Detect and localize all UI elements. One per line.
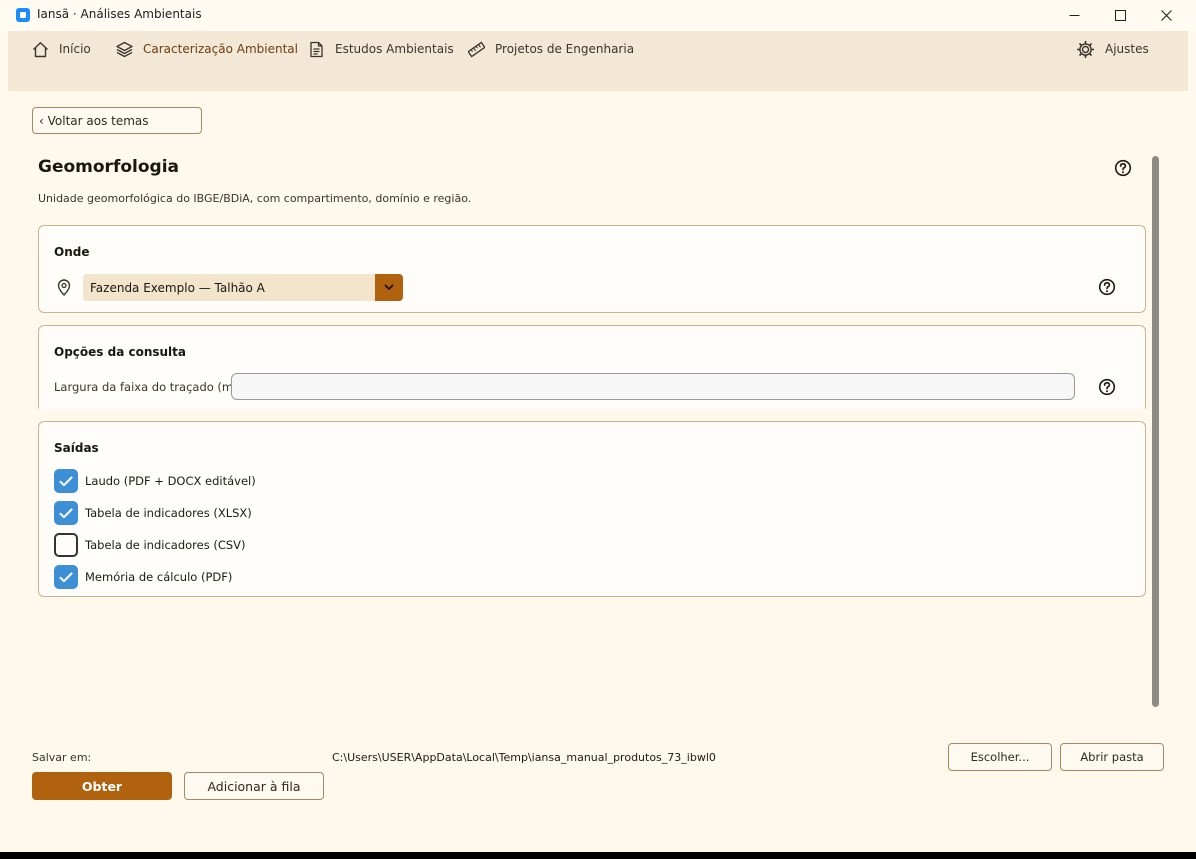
home-icon [33, 41, 48, 57]
nav-item-label: Início [59, 42, 91, 56]
close-icon [1160, 10, 1172, 21]
chevron-down-icon[interactable] [375, 274, 403, 301]
output-csv-checkbox[interactable]: Tabela de indicadores (CSV) [54, 533, 246, 557]
document-icon [310, 41, 323, 57]
checkbox-label: Laudo (PDF + DOCX editável) [85, 474, 256, 488]
where-title: Onde [54, 245, 90, 259]
nav-item-ajustes[interactable]: Ajustes [1076, 37, 1149, 61]
checkbox-unchecked[interactable] [54, 533, 78, 557]
gear-icon [1077, 40, 1094, 58]
save-path: C:\Users\USER\AppData\Local\Temp\iansa_m… [332, 751, 716, 764]
checkbox-checked[interactable] [54, 565, 78, 589]
ruler-icon [468, 41, 485, 57]
checkbox-label: Memória de cálculo (PDF) [85, 570, 233, 584]
page-description: Unidade geomorfológica do IBGE/BDiA, com… [38, 192, 472, 205]
query-options-card: Opções da consulta Largura da faixa do t… [38, 325, 1146, 409]
outputs-card: Saídas Laudo (PDF + DOCX editável) Tabel… [38, 421, 1146, 597]
checkbox-label: Tabela de indicadores (CSV) [85, 538, 246, 552]
checkbox-checked[interactable] [54, 469, 78, 493]
checkbox-checked[interactable] [54, 501, 78, 525]
query-options-title: Opções da consulta [54, 345, 187, 359]
vertical-scrollbar[interactable] [1152, 156, 1159, 707]
output-laudo-checkbox[interactable]: Laudo (PDF + DOCX editável) [54, 469, 256, 493]
open-folder-button[interactable]: Abrir pasta [1060, 743, 1164, 771]
location-select[interactable]: Fazenda Exemplo — Talhão A [83, 274, 403, 301]
location-pin-icon [57, 279, 71, 296]
location-select-value: Fazenda Exemplo — Talhão A [90, 280, 265, 295]
nav-item-projetos[interactable]: Projetos de Engenharia [468, 37, 634, 61]
settings-label: Ajustes [1105, 42, 1149, 56]
layers-icon [116, 41, 133, 57]
nav-item-label: Projetos de Engenharia [495, 42, 635, 56]
strip-width-input[interactable] [231, 373, 1075, 400]
nav-item-estudos[interactable]: Estudos Ambientais [308, 37, 454, 61]
where-card: Onde Fazenda Exemplo — Talhão A [38, 225, 1146, 313]
title-bar: Iansã · Análises Ambientais [0, 0, 1196, 31]
check-icon [59, 476, 73, 486]
nav-item-label: Caracterização Ambiental [143, 42, 298, 56]
add-to-queue-button[interactable]: Adicionar à fila [184, 772, 324, 800]
help-icon[interactable] [1098, 378, 1116, 396]
output-xlsx-checkbox[interactable]: Tabela de indicadores (XLSX) [54, 501, 252, 525]
check-icon [59, 508, 73, 518]
close-button[interactable] [1143, 0, 1189, 31]
minimize-button[interactable] [1051, 0, 1097, 31]
obtain-button[interactable]: Obter [32, 772, 172, 800]
back-to-themes-button[interactable]: ‹ Voltar aos temas [32, 107, 202, 134]
nav-item-label: Estudos Ambientais [335, 42, 454, 56]
maximize-icon [1114, 10, 1126, 21]
checkbox-label: Tabela de indicadores (XLSX) [85, 506, 252, 520]
check-icon [59, 572, 73, 582]
output-memoria-checkbox[interactable]: Memória de cálculo (PDF) [54, 565, 232, 589]
nav-item-caracterizacao[interactable]: Caracterização Ambiental [116, 37, 298, 61]
help-icon[interactable] [1098, 278, 1116, 296]
maximize-button[interactable] [1097, 0, 1143, 31]
page-title: Geomorfologia [38, 157, 179, 177]
app-window: Iansã · Análises Ambientais Início Carac… [0, 0, 1196, 852]
save-to-label: Salvar em: [32, 751, 92, 764]
minimize-icon [1069, 15, 1079, 16]
choose-folder-button[interactable]: Escolher... [948, 743, 1052, 771]
window-title: Iansã · Análises Ambientais [37, 7, 202, 21]
nav-item-inicio[interactable]: Início [32, 37, 91, 61]
strip-width-label: Largura da faixa do traçado (m) [54, 380, 238, 394]
help-icon[interactable] [1114, 159, 1132, 177]
top-navigation: Início Caracterização Ambiental Estudos … [8, 31, 1188, 91]
outputs-title: Saídas [54, 441, 99, 455]
app-icon [16, 8, 30, 22]
